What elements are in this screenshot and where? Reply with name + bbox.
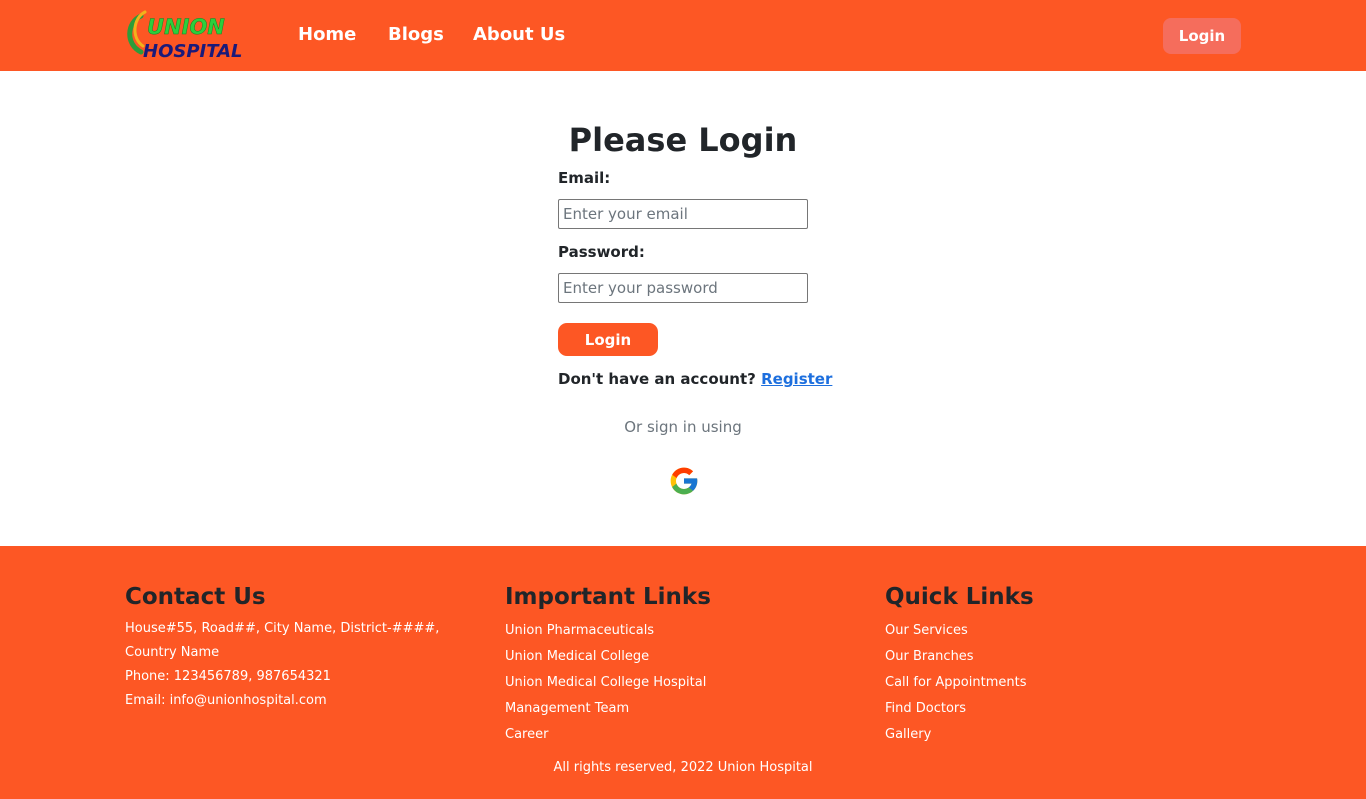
register-prompt: Don't have an account? Register: [558, 369, 832, 389]
nav-about-us[interactable]: About Us: [473, 23, 565, 47]
important-links-list: Union Pharmaceuticals Union Medical Coll…: [505, 617, 865, 747]
email-label: Email:: [558, 169, 611, 187]
register-link[interactable]: Register: [761, 370, 832, 388]
nav-blogs[interactable]: Blogs: [388, 23, 444, 47]
list-item: Union Pharmaceuticals: [505, 617, 865, 643]
list-item: Union Medical College Hospital: [505, 669, 865, 695]
list-item: Call for Appointments: [885, 669, 1245, 695]
contact-email: Email: info@unionhospital.com: [125, 693, 327, 708]
copyright-text: All rights reserved, 2022 Union Hospital: [553, 760, 813, 775]
quick-links-heading: Quick Links: [885, 584, 1034, 610]
nav-home[interactable]: Home: [298, 23, 356, 47]
link-gallery[interactable]: Gallery: [885, 727, 931, 742]
page-title: Please Login: [568, 121, 798, 159]
list-item: Career: [505, 721, 865, 747]
logo-graphic: UNION HOSPITAL: [127, 10, 243, 60]
email-field[interactable]: [558, 199, 808, 229]
contact-heading: Contact Us: [125, 584, 266, 610]
google-icon[interactable]: [668, 465, 700, 497]
list-item: Gallery: [885, 721, 1245, 747]
navbar: UNION HOSPITAL Home Blogs About Us Login: [0, 0, 1366, 71]
footer: Contact Us House#55, Road##, City Name, …: [0, 546, 1366, 799]
link-call-for-appointments[interactable]: Call for Appointments: [885, 675, 1026, 690]
link-management-team[interactable]: Management Team: [505, 701, 629, 716]
no-account-text: Don't have an account?: [558, 370, 756, 388]
list-item: Management Team: [505, 695, 865, 721]
list-item: Our Services: [885, 617, 1245, 643]
or-sign-in-text: Or sign in using: [624, 418, 742, 436]
footer-important-links: Important Links Union Pharmaceuticals Un…: [505, 582, 865, 747]
password-field[interactable]: [558, 273, 808, 303]
link-our-branches[interactable]: Our Branches: [885, 649, 974, 664]
footer-contact: Contact Us House#55, Road##, City Name, …: [125, 582, 470, 713]
link-union-medical-college-hospital[interactable]: Union Medical College Hospital: [505, 675, 706, 690]
link-find-doctors[interactable]: Find Doctors: [885, 701, 966, 716]
logo-line2: HOSPITAL: [143, 41, 243, 60]
list-item: Union Medical College: [505, 643, 865, 669]
contact-phone: Phone: 123456789, 987654321: [125, 669, 331, 684]
link-our-services[interactable]: Our Services: [885, 623, 968, 638]
logo-line1: UNION: [147, 15, 225, 39]
hospital-logo[interactable]: UNION HOSPITAL: [125, 8, 245, 60]
quick-links-list: Our Services Our Branches Call for Appoi…: [885, 617, 1245, 747]
link-union-pharmaceuticals[interactable]: Union Pharmaceuticals: [505, 623, 654, 638]
header-login-button[interactable]: Login: [1163, 18, 1241, 54]
contact-address: House#55, Road##, City Name, District-##…: [125, 621, 440, 660]
password-label: Password:: [558, 243, 645, 261]
footer-quick-links: Quick Links Our Services Our Branches Ca…: [885, 582, 1245, 747]
list-item: Our Branches: [885, 643, 1245, 669]
login-submit-button[interactable]: Login: [558, 323, 658, 356]
link-career[interactable]: Career: [505, 727, 548, 742]
important-links-heading: Important Links: [505, 584, 711, 610]
link-union-medical-college[interactable]: Union Medical College: [505, 649, 649, 664]
list-item: Find Doctors: [885, 695, 1245, 721]
